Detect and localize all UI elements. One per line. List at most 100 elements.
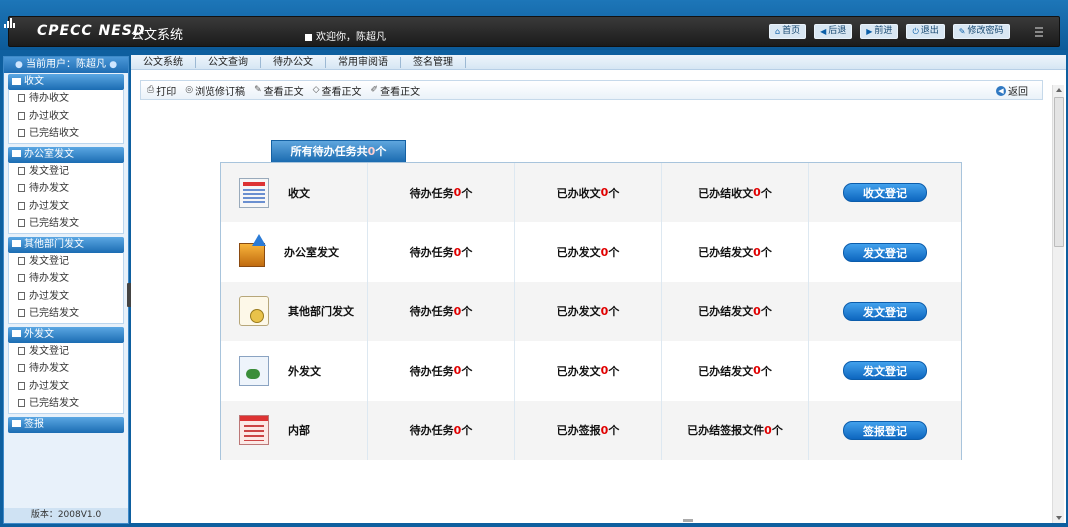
sidebar-item-finished-send[interactable]: 已完结发文 [9,395,123,413]
sidebar-section-report[interactable]: 签报 [8,416,124,433]
sidebar-item-done-receive[interactable]: 办过收文 [9,108,123,126]
done-cell[interactable]: 已办签报 0 个 [515,400,662,460]
sidebar-item-label: 办过发文 [29,290,69,302]
print-button[interactable]: ⎙ 打印 [147,83,176,98]
scroll-up-icon[interactable] [1056,88,1062,92]
power-icon: ⏻ [912,27,919,36]
tab-common-comments[interactable]: 常用审阅语 [326,56,401,68]
home-button[interactable]: ⌂ 首页 [769,24,807,39]
view-revision-label: 浏览修订稿 [195,86,246,98]
stat-unit: 个 [608,186,620,200]
send-register-button[interactable]: 发文登记 [843,361,927,381]
magnifier-icon: ◎ [185,85,194,95]
row-title-cell: 外发文 [221,341,368,401]
table-row: 办公室发文 待办任务 0 个 已办发文 0 个 已办结发文 0 个 发文登记 [221,222,961,282]
key-icon: ✎ [958,27,966,36]
row-title: 其他部门发文 [288,305,354,319]
pending-task-cell[interactable]: 待办任务 0 个 [368,222,515,282]
sidebar-item-register[interactable]: 发文登记 [9,253,123,271]
back-nav-button[interactable]: ◀ 后退 [814,24,853,39]
finished-cell[interactable]: 已办结发文 0 个 [662,222,809,282]
sidebar-section-external[interactable]: 外发文 [8,326,124,343]
register-cell: 发文登记 [809,341,961,400]
sidebar-item-register[interactable]: 发文登记 [9,343,123,361]
document-icon [18,399,25,407]
forward-button[interactable]: ▶ 前进 [860,24,899,39]
bottom-resize-handle[interactable] [683,519,693,522]
sidebar-item-label: 办过发文 [29,200,69,212]
view-text-button[interactable]: ✐ 查看正文 [371,83,421,98]
sidebar-item-pending-send[interactable]: 待办发文 [9,360,123,378]
done-cell[interactable]: 已办发文 0 个 [515,281,662,342]
sidebar-item-register[interactable]: 发文登记 [9,163,123,181]
stat-unit: 个 [461,305,473,319]
sidebar-section-office-send[interactable]: 办公室发文 [8,146,124,163]
logout-label: 退出 [920,26,939,36]
back-nav-label: 后退 [828,26,847,36]
receive-register-button[interactable]: 收文登记 [843,183,927,203]
sidebar-section-other-dept[interactable]: 其他部门发文 [8,236,124,253]
document-icon [18,346,25,355]
finished-cell[interactable]: 已办结发文 0 个 [662,281,809,342]
view-text-button[interactable]: ✎ 查看正文 [254,83,304,98]
pending-task-cell[interactable]: 待办任务 0 个 [368,400,515,460]
forward-label: 前进 [874,26,893,36]
tab-doc-query[interactable]: 公文查询 [196,56,261,68]
tab-doc-system[interactable]: 公文系统 [131,56,196,68]
report-register-button[interactable]: 签报登记 [843,420,927,440]
sidebar-item-finished-send[interactable]: 已完结发文 [9,215,123,233]
done-cell[interactable]: 已办发文 0 个 [515,222,662,282]
send-register-button[interactable]: 发文登记 [843,242,927,262]
sidebar-item-label: 待办收文 [29,93,69,104]
pending-task-cell[interactable]: 待办任务 0 个 [368,281,515,342]
send-register-button[interactable]: 发文登记 [843,301,927,321]
sidebar-item-done-send[interactable]: 办过发文 [9,288,123,306]
sidebar-item-pending-receive[interactable]: 待办收文 [9,90,123,108]
pen-icon: ✐ [370,85,379,95]
table-row: 其他部门发文 待办任务 0 个 已办发文 0 个 已办结发文 0 个 发文登记 [221,281,961,342]
finished-cell[interactable]: 已办结收文 0 个 [662,163,809,223]
diamond-icon: ◇ [312,85,320,95]
tab-pending-docs[interactable]: 待办公文 [261,56,326,68]
vertical-scrollbar[interactable] [1052,85,1064,523]
section-title: 签报 [24,418,44,430]
sidebar-item-label: 办过发文 [29,380,69,392]
sidebar-item-done-send[interactable]: 办过发文 [9,198,123,216]
scroll-thumb[interactable] [1054,97,1064,247]
arrow-left-icon: ◀ [820,27,827,36]
section-title: 其他部门发文 [24,238,84,250]
sidebar-item-done-send[interactable]: 办过发文 [9,378,123,396]
document-icon [18,94,25,102]
stat-count: 0 [753,364,761,378]
upload-folder-icon [239,234,266,268]
change-password-button[interactable]: ✎ 修改密码 [952,24,1010,39]
sidebar-item-finished-send[interactable]: 已完结发文 [9,305,123,323]
finished-cell[interactable]: 已办结签报文件 0 个 [662,400,809,460]
back-arrow-icon: ◀ [996,85,1006,96]
done-cell[interactable]: 已办发文 0 个 [515,341,662,401]
return-label: 返回 [1008,87,1028,98]
change-password-label: 修改密码 [967,26,1004,36]
scroll-down-icon[interactable] [1056,516,1062,520]
done-cell[interactable]: 已办收文 0 个 [515,163,662,223]
pending-task-cell[interactable]: 待办任务 0 个 [368,341,515,401]
tab-signature-mgmt[interactable]: 签名管理 [401,56,466,68]
sidebar-section-receive[interactable]: 收文 [8,74,124,90]
stat-label: 待办任务 [409,305,454,319]
sidebar-item-pending-send[interactable]: 待办发文 [9,270,123,288]
logout-button[interactable]: ⏻ 退出 [906,24,945,39]
return-button[interactable]: ◀ 返回 [996,83,1028,98]
current-user-label: 当前用户：陈超凡 [26,59,106,70]
sidebar-item-pending-send[interactable]: 待办发文 [9,180,123,198]
stat-unit: 个 [608,424,620,438]
register-cell: 发文登记 [809,222,961,281]
sidebar-item-finished-receive[interactable]: 已完结收文 [9,125,123,143]
finished-cell[interactable]: 已办结发文 0 个 [662,341,809,401]
view-text-button[interactable]: ◇ 查看正文 [313,83,362,98]
table-row: 外发文 待办任务 0 个 已办发文 0 个 已办结发文 0 个 发文登记 [221,341,961,401]
pending-task-cell[interactable]: 待办任务 0 个 [368,163,515,223]
sidebar-section-other-dept-body: 发文登记 待办发文 办过发文 已完结发文 [8,252,124,324]
sidebar: ● 当前用户：陈超凡 ● 收文 待办收文 办过收文 已完结收文 办公室发文 发文… [3,56,129,524]
menu-grip-icon[interactable] [1035,27,1043,37]
view-revision-button[interactable]: ◎ 浏览修订稿 [185,83,245,98]
